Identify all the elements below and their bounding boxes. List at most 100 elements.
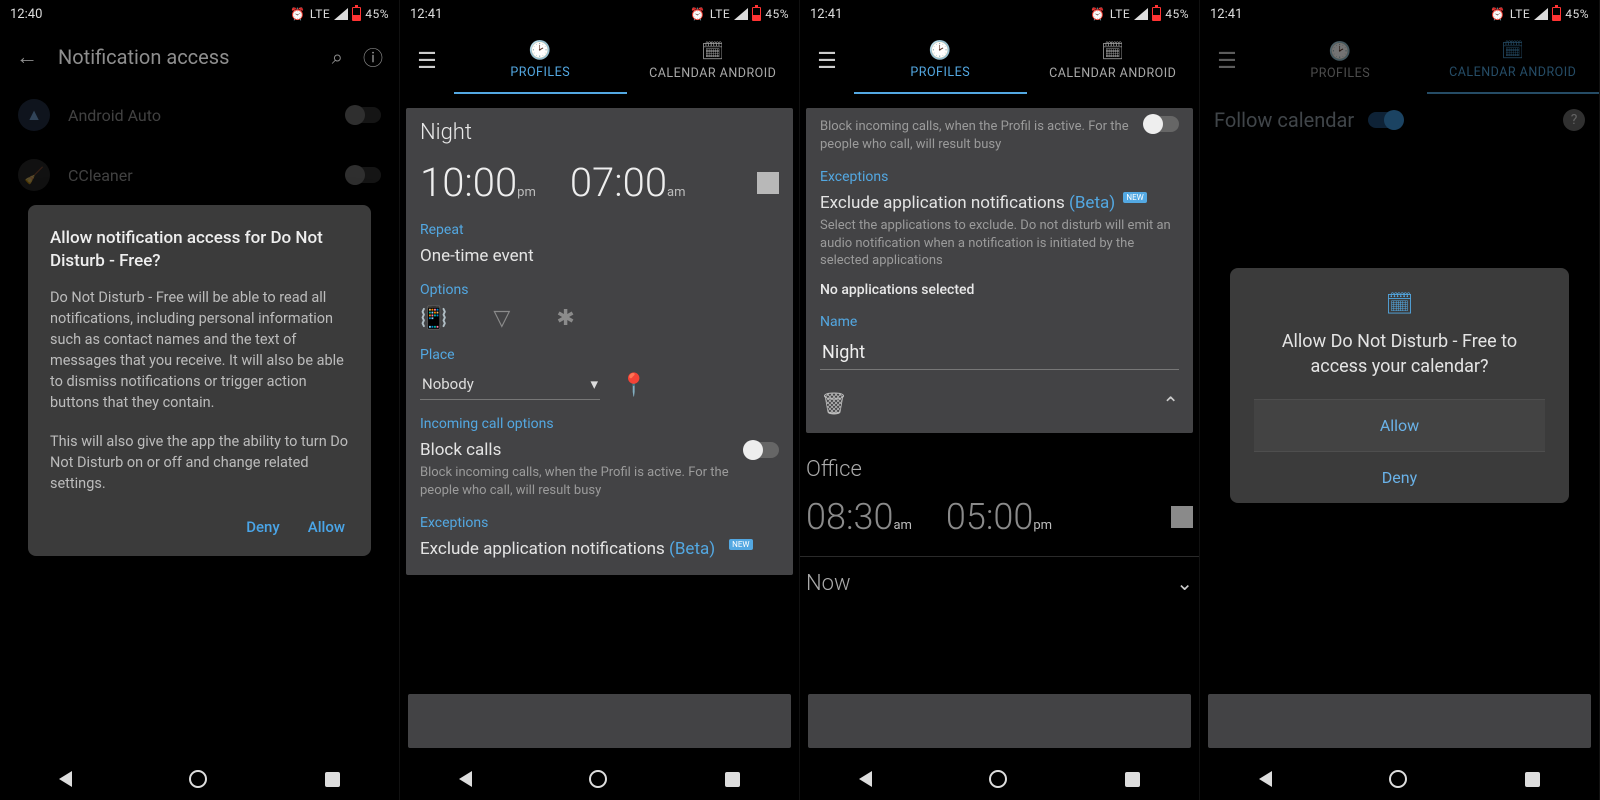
block-calls-desc: Block incoming calls, when the Profil is… [820,118,1135,153]
signal-icon [334,8,348,20]
follow-label: Follow calendar [1214,108,1354,132]
time-row[interactable]: 10:00pm 07:00am [420,159,779,206]
toggle[interactable] [347,107,381,123]
follow-toggle[interactable] [1368,112,1402,128]
battery-icon [352,7,361,21]
ad-placeholder [808,694,1191,748]
collapse-icon[interactable]: ⌃ [1162,392,1179,416]
toggle[interactable] [347,167,381,183]
status-bar: 12:41 ⏰ LTE 45% [1200,0,1599,28]
profile-card-now[interactable]: Now ⌄ [800,556,1199,606]
network-label: LTE [310,7,330,21]
screen-profile-night: 12:41 ⏰ LTE 45% ☰ 🕑 PROFILES 🗓 CALENDAR … [400,0,800,800]
nav-back-icon[interactable] [859,771,872,787]
tab-calendar[interactable]: 🗓 CALENDAR ANDROID [1027,28,1200,94]
nav-home-icon[interactable] [189,770,207,788]
wifi-off-icon[interactable]: ▽ [493,306,510,331]
nav-recent-icon[interactable] [725,772,740,787]
name-input[interactable]: Night [820,338,1179,370]
tab-profiles[interactable]: 🕑 PROFILES [454,28,627,94]
new-badge: NEW [1123,192,1146,203]
menu-icon[interactable]: ☰ [800,28,854,94]
block-calls-toggle[interactable] [745,442,779,458]
android-navbar [800,758,1199,800]
vibrate-icon[interactable]: 📳 [420,306,447,331]
profile-card-office[interactable]: Office 08:30am 05:00pm [800,447,1199,556]
deny-button[interactable]: Deny [246,518,280,536]
screen-calendar-permission: 12:41 ⏰ LTE 45% ☰ 🕑 PROFILES 🗓 CALENDAR … [1200,0,1600,800]
battery-icon [1152,7,1161,21]
tab-calendar[interactable]: 🗓 CALENDAR ANDROID [1427,28,1600,94]
signal-icon [1134,8,1148,20]
tab-profiles[interactable]: 🕑 PROFILES [854,28,1027,94]
exclude-apps-desc: Select the applications to exclude. Do n… [820,217,1179,270]
clock-icon: 🕑 [1329,41,1352,62]
nav-back-icon[interactable] [459,771,472,787]
back-icon[interactable]: ← [16,44,38,70]
help-icon[interactable]: ? [1563,109,1585,131]
bluetooth-off-icon[interactable]: ✱ [556,306,574,331]
new-badge: NEW [729,539,752,550]
android-navbar [0,758,399,800]
section-place: Place [420,347,779,363]
exclude-apps-title[interactable]: Exclude application notifications (Beta)… [820,193,1179,213]
signal-icon [1534,8,1548,20]
calendar-icon: 🗓 [1501,40,1524,61]
app-row-ccleaner[interactable]: 🧹 CCleaner [0,145,399,205]
section-options: Options [420,282,779,298]
help-icon[interactable]: ⓘ [363,42,383,71]
tab-profiles[interactable]: 🕑 PROFILES [1254,28,1427,94]
stop-icon[interactable] [1171,506,1193,528]
section-repeat: Repeat [420,222,779,238]
battery-pct: 45% [1565,7,1589,21]
add-location-icon[interactable]: 📍 [620,373,647,398]
calendar-icon: 🗓 [1101,41,1124,62]
android-navbar [1200,758,1599,800]
app-tabs: ☰ 🕑 PROFILES 🗓 CALENDAR ANDROID [1200,28,1599,94]
network-label: LTE [1510,7,1530,21]
nav-home-icon[interactable] [1389,770,1407,788]
app-row-android-auto[interactable]: ▲ Android Auto [0,85,399,145]
nav-recent-icon[interactable] [325,772,340,787]
alarm-icon: ⏰ [690,7,705,21]
calendar-icon: 🗓 [701,41,724,62]
permission-dialog: Allow notification access for Do Not Dis… [28,205,371,556]
repeat-value[interactable]: One-time event [420,246,779,266]
alarm-icon: ⏰ [1490,7,1505,21]
time-from: 10:00 [420,159,517,206]
signal-icon [734,8,748,20]
stop-icon[interactable] [757,172,779,194]
nav-home-icon[interactable] [589,770,607,788]
app-icon: 🧹 [18,159,50,191]
tab-calendar[interactable]: 🗓 CALENDAR ANDROID [627,28,800,94]
block-calls-toggle[interactable] [1145,116,1179,132]
place-select[interactable]: Nobody▾ [420,371,600,400]
app-name: Android Auto [68,106,329,125]
follow-calendar-row[interactable]: Follow calendar ? [1200,94,1599,146]
search-icon[interactable]: ⌕ [332,45,343,69]
nav-back-icon[interactable] [59,771,72,787]
clock: 12:41 [810,7,842,22]
nav-recent-icon[interactable] [1125,772,1140,787]
section-incoming: Incoming call options [420,416,779,432]
allow-button[interactable]: Allow [308,518,345,536]
clock: 12:41 [1210,7,1242,22]
app-tabs: ☰ 🕑 PROFILES 🗓 CALENDAR ANDROID [400,28,799,94]
battery-pct: 45% [1165,7,1189,21]
expand-icon[interactable]: ⌄ [1176,571,1193,595]
profile-card-night: Block incoming calls, when the Profil is… [806,108,1193,433]
menu-icon[interactable]: ☰ [400,28,454,94]
allow-button[interactable]: Allow [1254,399,1545,451]
menu-icon[interactable]: ☰ [1200,28,1254,94]
deny-button[interactable]: Deny [1254,451,1545,503]
nav-back-icon[interactable] [1259,771,1272,787]
time-to: 07:00 [570,159,667,206]
status-bar: 12:41 ⏰ LTE 45% [800,0,1199,28]
calendar-icon: 🗓 [1254,292,1545,317]
nav-home-icon[interactable] [989,770,1007,788]
profile-name: Night [420,120,779,145]
exclude-apps-title[interactable]: Exclude application notifications (Beta) [420,539,715,559]
no-apps-selected: No applications selected [820,282,1179,298]
delete-icon[interactable]: 🗑 [820,392,848,417]
nav-recent-icon[interactable] [1525,772,1540,787]
